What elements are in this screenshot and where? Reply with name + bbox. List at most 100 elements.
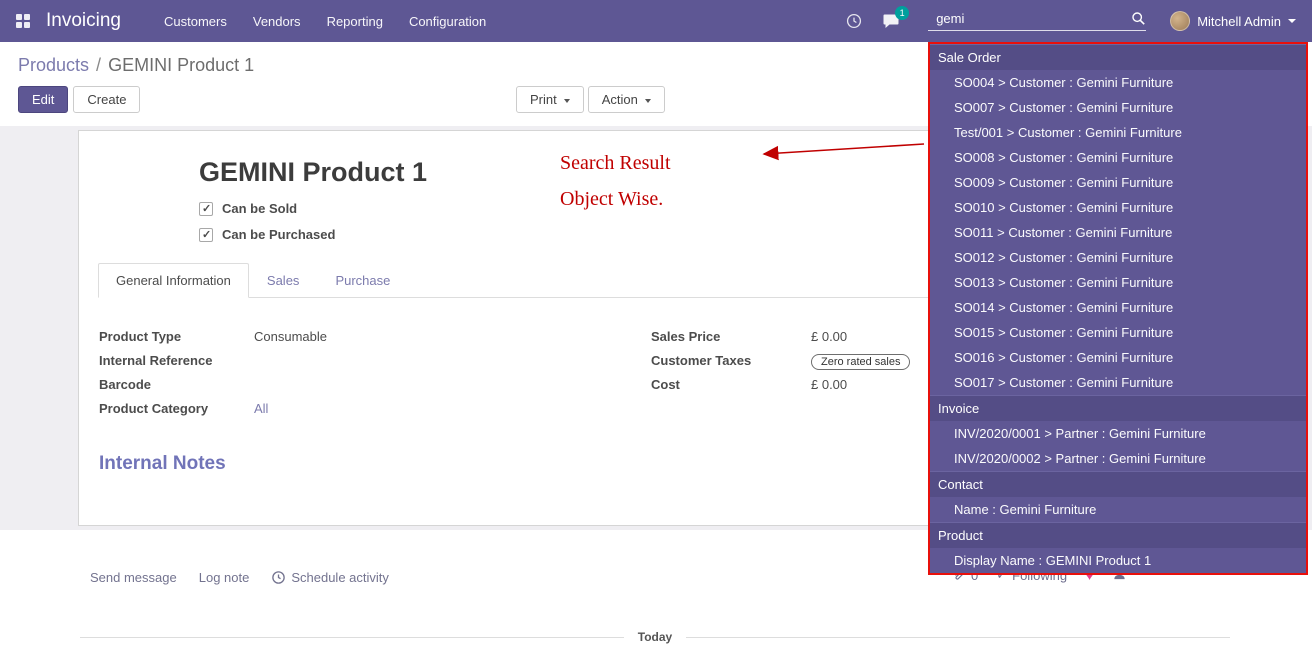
- activities-button[interactable]: [846, 13, 862, 29]
- field-group-left: Product Type Consumable Internal Referen…: [99, 329, 651, 425]
- can-be-purchased-row: Can be Purchased: [199, 227, 427, 242]
- send-message-button[interactable]: Send message: [90, 570, 177, 585]
- edit-button[interactable]: Edit: [18, 86, 68, 113]
- chatter-buttons: Send message Log note Schedule activity: [90, 570, 389, 585]
- navbar-menu-item[interactable]: Configuration: [396, 14, 499, 29]
- annotation-line-1: Search Result: [560, 145, 671, 181]
- search-result-item[interactable]: SO008 > Customer : Gemini Furniture: [930, 145, 1306, 170]
- search-result-item[interactable]: SO009 > Customer : Gemini Furniture: [930, 170, 1306, 195]
- product-title-block: GEMINI Product 1 Can be Sold Can be Purc…: [199, 159, 427, 253]
- dropdown-section-sale-order: Sale Order SO004 > Customer : Gemini Fur…: [930, 44, 1306, 395]
- breadcrumb-current: GEMINI Product 1: [108, 55, 254, 75]
- search-input[interactable]: [928, 11, 1131, 26]
- can-be-purchased-checkbox[interactable]: [199, 228, 213, 242]
- app-name[interactable]: Invoicing: [46, 10, 121, 32]
- date-divider: Today: [80, 630, 1230, 644]
- product-type-value: Consumable: [254, 329, 327, 344]
- customer-taxes-value: Zero rated sales: [811, 353, 910, 370]
- product-title: GEMINI Product 1: [199, 159, 427, 186]
- navbar-menu: CustomersVendorsReportingConfiguration: [151, 0, 499, 42]
- user-avatar: [1170, 11, 1190, 31]
- cost-value: £ 0.00: [811, 377, 847, 392]
- search-result-item[interactable]: Name : Gemini Furniture: [930, 497, 1306, 522]
- clock-icon: [846, 13, 862, 29]
- tab-sales[interactable]: Sales: [249, 263, 318, 298]
- print-menu-button[interactable]: Print: [516, 86, 584, 113]
- search-result-item[interactable]: SO007 > Customer : Gemini Furniture: [930, 95, 1306, 120]
- chevron-down-icon: [564, 99, 570, 103]
- search-result-item[interactable]: SO011 > Customer : Gemini Furniture: [930, 220, 1306, 245]
- search-result-item[interactable]: SO004 > Customer : Gemini Furniture: [930, 70, 1306, 95]
- sales-price-label: Sales Price: [651, 329, 811, 344]
- apps-menu-icon[interactable]: [16, 14, 30, 28]
- create-button[interactable]: Create: [73, 86, 140, 113]
- action-label: Action: [602, 92, 638, 107]
- field-product-category: Product Category All: [99, 401, 651, 420]
- barcode-label: Barcode: [99, 377, 254, 392]
- dropdown-section-invoice: Invoice INV/2020/0001 > Partner : Gemini…: [930, 395, 1306, 471]
- cost-label: Cost: [651, 377, 811, 392]
- product-category-value[interactable]: All: [254, 401, 268, 416]
- form-menu-buttons: Print Action: [516, 86, 665, 113]
- dropdown-header-product: Product: [930, 522, 1306, 548]
- search-result-item[interactable]: Display Name : GEMINI Product 1: [930, 548, 1306, 573]
- dropdown-header-contact: Contact: [930, 471, 1306, 497]
- dropdown-header-invoice: Invoice: [930, 395, 1306, 421]
- top-navbar: Invoicing CustomersVendorsReportingConfi…: [0, 0, 1312, 42]
- search-result-item[interactable]: Test/001 > Customer : Gemini Furniture: [930, 120, 1306, 145]
- search-result-item[interactable]: SO012 > Customer : Gemini Furniture: [930, 245, 1306, 270]
- messages-button[interactable]: 1: [882, 13, 900, 29]
- breadcrumb-products-link[interactable]: Products: [18, 55, 89, 75]
- messages-badge: 1: [895, 6, 909, 20]
- log-note-button[interactable]: Log note: [199, 570, 250, 585]
- print-label: Print: [530, 92, 557, 107]
- navbar-menu-item[interactable]: Vendors: [240, 14, 314, 29]
- can-be-purchased-label: Can be Purchased: [222, 227, 335, 242]
- user-menu[interactable]: Mitchell Admin: [1170, 11, 1296, 31]
- search-icon[interactable]: [1131, 11, 1146, 26]
- schedule-activity-label: Schedule activity: [291, 570, 389, 585]
- dropdown-items-sale-order: SO004 > Customer : Gemini FurnitureSO007…: [930, 70, 1306, 395]
- date-divider-label: Today: [638, 630, 672, 644]
- breadcrumb: Products / GEMINI Product 1: [18, 55, 254, 76]
- dropdown-items-product: Display Name : GEMINI Product 1: [930, 548, 1306, 573]
- search-result-item[interactable]: SO015 > Customer : Gemini Furniture: [930, 320, 1306, 345]
- tab-general-information[interactable]: General Information: [98, 263, 249, 298]
- can-be-sold-row: Can be Sold: [199, 201, 427, 216]
- dropdown-section-contact: Contact Name : Gemini Furniture: [930, 471, 1306, 522]
- divider-line: [80, 637, 624, 638]
- search-result-item[interactable]: INV/2020/0002 > Partner : Gemini Furnitu…: [930, 446, 1306, 471]
- product-type-label: Product Type: [99, 329, 254, 344]
- navbar-menu-item[interactable]: Reporting: [314, 14, 396, 29]
- field-product-type: Product Type Consumable: [99, 329, 651, 348]
- dropdown-items-contact: Name : Gemini Furniture: [930, 497, 1306, 522]
- navbar-menu-item[interactable]: Customers: [151, 14, 240, 29]
- divider-line: [686, 637, 1230, 638]
- annotation-line-2: Object Wise.: [560, 181, 671, 217]
- navbar-right: 1 Mitchell Admin: [846, 11, 1300, 31]
- customer-tax-tag[interactable]: Zero rated sales: [811, 354, 910, 370]
- chevron-down-icon: [645, 99, 651, 103]
- dropdown-section-product: Product Display Name : GEMINI Product 1: [930, 522, 1306, 573]
- search-result-item[interactable]: INV/2020/0001 > Partner : Gemini Furnitu…: [930, 421, 1306, 446]
- product-category-label: Product Category: [99, 401, 254, 416]
- form-action-buttons: Edit Create: [18, 86, 140, 113]
- search-result-item[interactable]: SO014 > Customer : Gemini Furniture: [930, 295, 1306, 320]
- search-result-item[interactable]: SO017 > Customer : Gemini Furniture: [930, 370, 1306, 395]
- search-results-dropdown: Sale Order SO004 > Customer : Gemini Fur…: [928, 42, 1308, 575]
- tab-purchase[interactable]: Purchase: [317, 263, 408, 298]
- field-barcode: Barcode: [99, 377, 651, 396]
- search-result-item[interactable]: SO016 > Customer : Gemini Furniture: [930, 345, 1306, 370]
- search-result-item[interactable]: SO013 > Customer : Gemini Furniture: [930, 270, 1306, 295]
- schedule-clock-icon: [271, 570, 286, 585]
- breadcrumb-separator: /: [96, 55, 101, 75]
- navbar-search: [928, 11, 1146, 31]
- schedule-activity-button[interactable]: Schedule activity: [271, 570, 389, 585]
- can-be-sold-checkbox[interactable]: [199, 202, 213, 216]
- user-name: Mitchell Admin: [1197, 14, 1281, 29]
- can-be-sold-label: Can be Sold: [222, 201, 297, 216]
- internal-notes-heading: Internal Notes: [99, 453, 226, 475]
- dropdown-header-sale-order: Sale Order: [930, 44, 1306, 70]
- action-menu-button[interactable]: Action: [588, 86, 665, 113]
- search-result-item[interactable]: SO010 > Customer : Gemini Furniture: [930, 195, 1306, 220]
